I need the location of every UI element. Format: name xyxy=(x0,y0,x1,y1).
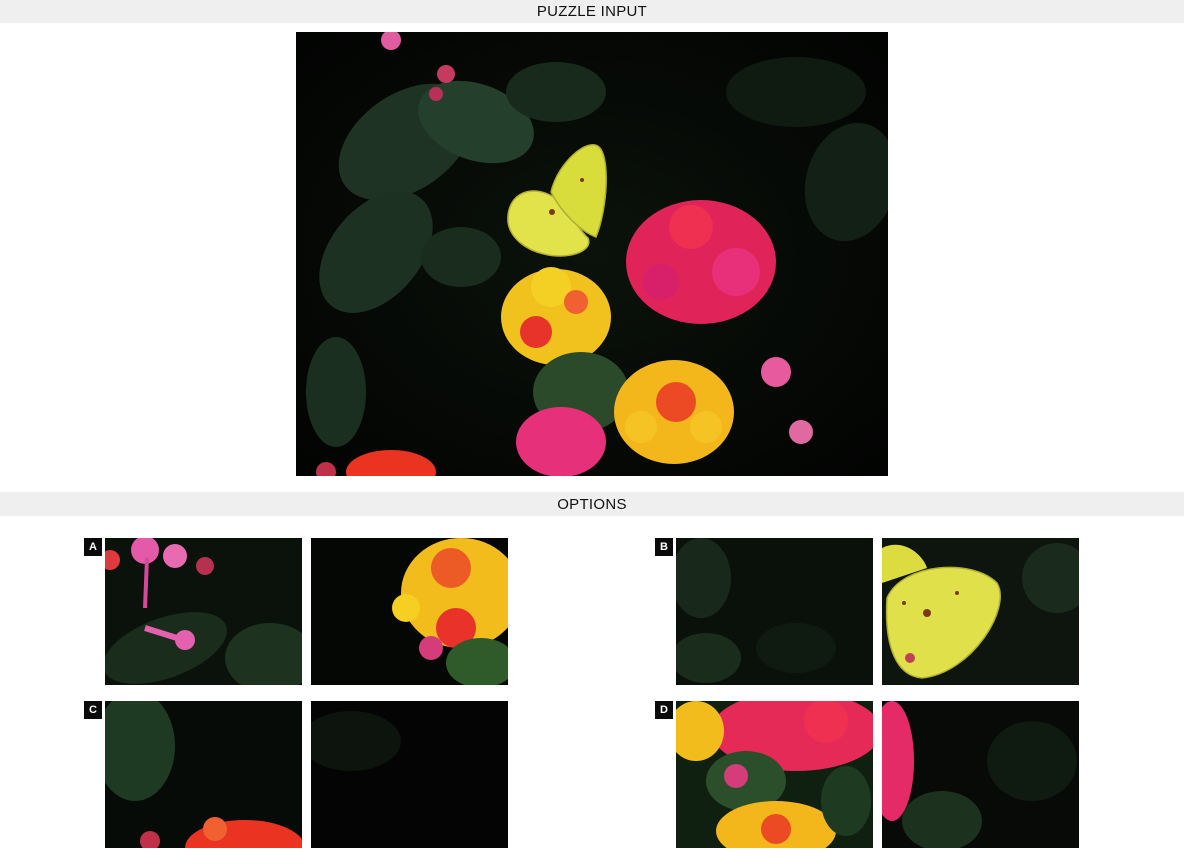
yellow-red-bloom-tile xyxy=(311,538,508,685)
option-a-tile-1 xyxy=(105,538,302,685)
option-c-label: C xyxy=(84,701,102,719)
puzzle-input-header: PUZZLE INPUT xyxy=(0,0,1184,23)
butterfly-wing-tile xyxy=(882,538,1079,685)
option-d-tile-2 xyxy=(882,701,1079,848)
lantana-cluster-tile xyxy=(676,701,873,848)
option-c-tile-2 xyxy=(311,701,508,848)
pink-flower-sprig-tile xyxy=(105,538,302,685)
option-c-tile-1 xyxy=(105,701,302,848)
dark-background-tile xyxy=(311,701,508,848)
option-d-tile-1 xyxy=(676,701,873,848)
dark-leaves-tile xyxy=(676,538,873,685)
option-d-label: D xyxy=(655,701,673,719)
puzzle-photo xyxy=(296,32,888,476)
pink-edge-tile xyxy=(882,701,1079,848)
option-b-tile-2 xyxy=(882,538,1079,685)
option-a-label: A xyxy=(84,538,102,556)
options-title: OPTIONS xyxy=(557,495,627,513)
option-b-tile-1 xyxy=(676,538,873,685)
option-b-label: B xyxy=(655,538,673,556)
puzzle-image xyxy=(296,32,888,476)
option-a-tile-2 xyxy=(311,538,508,685)
red-flower-bottom-tile xyxy=(105,701,302,848)
options-header: OPTIONS xyxy=(0,492,1184,516)
puzzle-input-title: PUZZLE INPUT xyxy=(536,3,648,20)
